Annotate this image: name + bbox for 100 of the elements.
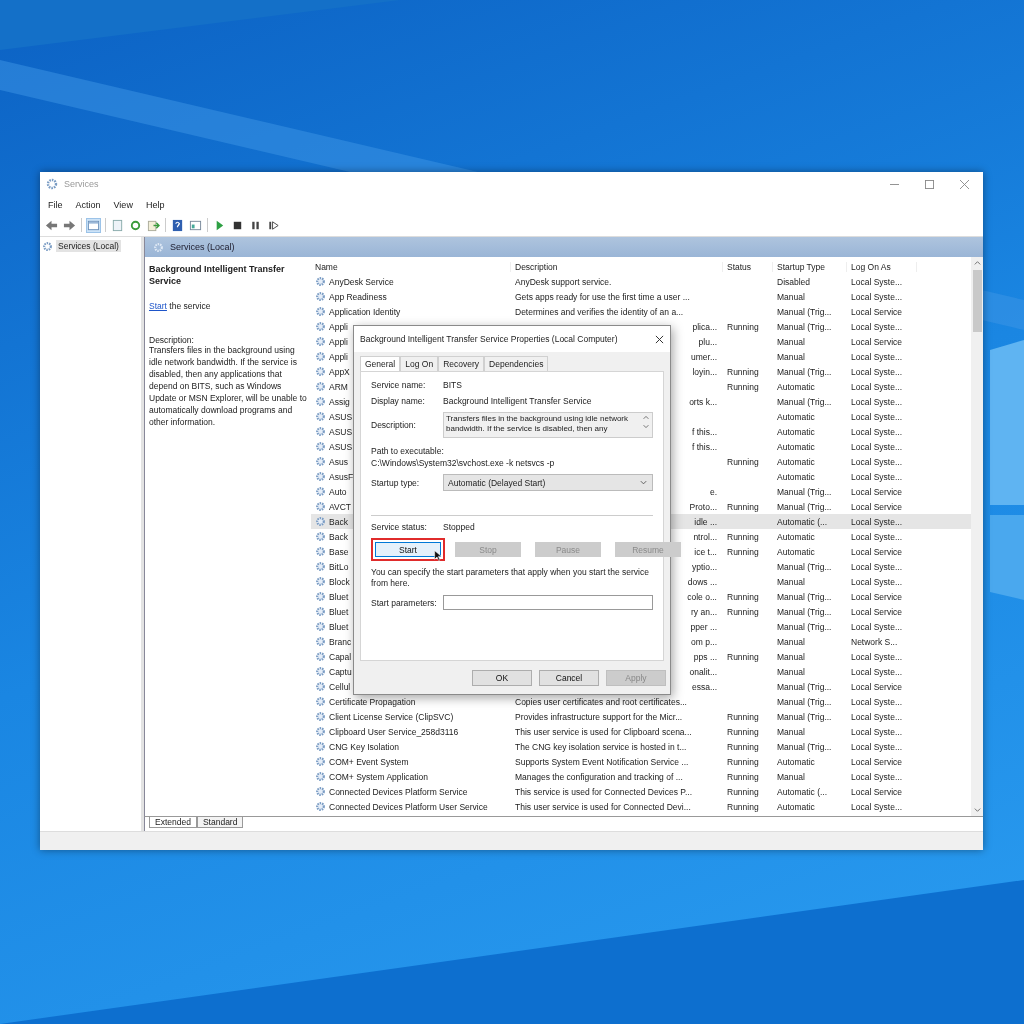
startup-type: Manual (Trig... (777, 681, 832, 692)
startup-type: Automatic (777, 546, 815, 557)
service-description: umer... (691, 351, 717, 362)
service-name: App Readiness (329, 291, 387, 302)
startup-type: Manual (777, 636, 805, 647)
log-on-as: Local Syste... (851, 696, 903, 707)
startup-type: Automatic (777, 456, 815, 467)
startup-type: Disabled (777, 276, 811, 287)
startup-type: Automatic (777, 381, 815, 392)
service-name: AnyDesk Service (329, 276, 394, 287)
service-name: ARM (329, 381, 348, 392)
service-status: Running (727, 771, 759, 782)
service-description: orts k... (689, 396, 717, 407)
service-description: f this... (691, 441, 717, 452)
path-value: C:\Windows\System32\svchost.exe -k netsvcs -p (371, 458, 556, 468)
field-label: Service name: (371, 380, 427, 390)
startup-type: Automatic (777, 426, 815, 437)
service-name: Certificate Propagation (329, 696, 416, 707)
log-on-as: Local Syste... (851, 291, 903, 302)
service-name: BitLo (329, 561, 349, 572)
startup-type: Manual (777, 291, 805, 302)
service-name: Block (329, 576, 350, 587)
startup-type: Automatic (777, 801, 815, 812)
field-label: Path to executable: (371, 446, 445, 456)
service-name: Connected Devices Platform Service (329, 786, 468, 797)
service-name: Back (329, 516, 348, 527)
log-on-as: Local Syste... (851, 441, 903, 452)
service-status: Running (727, 801, 759, 812)
startup-type: Manual (Trig... (777, 306, 832, 317)
log-on-as: Local Syste... (851, 411, 903, 422)
startup-type: Manual (Trig... (777, 321, 832, 332)
log-on-as: Local Syste... (851, 666, 903, 677)
service-name: Bluet (329, 606, 349, 617)
service-name: CNG Key Isolation (329, 741, 399, 752)
service-name: COM+ Event System (329, 756, 409, 767)
log-on-as: Local Syste... (851, 726, 903, 737)
service-name: Bluet (329, 591, 349, 602)
description-label: Description: (149, 335, 194, 346)
service-name: Assig (329, 396, 350, 407)
startup-type: Manual (Trig... (777, 711, 832, 722)
service-name: ASUS (329, 411, 353, 422)
service-description: Provides infrastructure support for the Micr... (515, 711, 683, 722)
startup-type: Manual (777, 771, 805, 782)
service-name: Client License Service (ClipSVC) (329, 711, 454, 722)
log-on-as: Local Service (851, 306, 903, 317)
window-title: Services (64, 179, 99, 189)
service-name: Appli (329, 351, 348, 362)
description-text: Transfers files in the background using idle network bandwidth. If the service is disabled, then any applications that depend on BITS, such as Windows Update or MSN Explorer, will be unable to automatically download programs and other information. (149, 345, 307, 429)
service-description: Proto... (689, 501, 717, 512)
service-name: Bluet (329, 621, 349, 632)
service-status: Running (727, 456, 759, 467)
startup-type: Automatic (777, 756, 815, 767)
service-name: Asus (329, 456, 348, 467)
startup-type: Automatic (777, 441, 815, 452)
startup-type: Automatic (... (777, 516, 828, 527)
service-name: Base (329, 546, 349, 557)
field-value: Stopped (443, 522, 475, 532)
log-on-as: Local Service (851, 681, 903, 692)
dialog-title: Background Intelligent Transfer Service Properties (Local Computer) (360, 334, 618, 344)
startup-type: Manual (777, 351, 805, 362)
service-status: Running (727, 786, 759, 797)
service-description: loyin... (692, 366, 717, 377)
service-description: Copies user certificates and root certificates... (515, 696, 687, 707)
service-description: This user service is used for Connected Devi... (515, 801, 691, 812)
log-on-as: Local Syste... (851, 396, 903, 407)
startup-type: Manual (777, 576, 805, 587)
service-status: Running (727, 711, 759, 722)
service-name: COM+ System Application (329, 771, 428, 782)
log-on-as: Network S... (851, 636, 898, 647)
service-name: AppX (329, 366, 350, 377)
service-status: Running (727, 501, 759, 512)
field-value: Background Intelligent Transfer Service (443, 396, 592, 406)
service-description: onalit... (689, 666, 717, 677)
log-on-as: Local Syste... (851, 366, 903, 377)
service-name: AsusF (329, 471, 354, 482)
startup-type: Manual (Trig... (777, 561, 832, 572)
log-on-as: Local Syste... (851, 771, 903, 782)
log-on-as: Local Syste... (851, 321, 903, 332)
startup-type: Manual (Trig... (777, 696, 832, 707)
service-description: f this... (691, 426, 717, 437)
log-on-as: Local Syste... (851, 651, 903, 662)
service-description: yptio... (691, 561, 717, 572)
service-name: Captu (329, 666, 352, 677)
service-name: ASUS (329, 426, 353, 437)
startup-type: Manual (Trig... (777, 501, 832, 512)
service-description: ry an... (691, 606, 717, 617)
service-status: Running (727, 531, 759, 542)
service-description: pps ... (693, 651, 717, 662)
service-name: Branc (329, 636, 352, 647)
log-on-as: Local Syste... (851, 801, 903, 812)
service-description: ntrol... (693, 531, 717, 542)
service-status: Running (727, 741, 759, 752)
service-description: dows ... (687, 576, 717, 587)
log-on-as: Local Syste... (851, 276, 903, 287)
startup-type: Manual (777, 651, 805, 662)
service-description: pper ... (690, 621, 717, 632)
startup-type: Manual (Trig... (777, 606, 832, 617)
field-label: Service status: (371, 522, 428, 532)
service-description: idle ... (694, 516, 717, 527)
service-description: om p... (691, 636, 717, 647)
